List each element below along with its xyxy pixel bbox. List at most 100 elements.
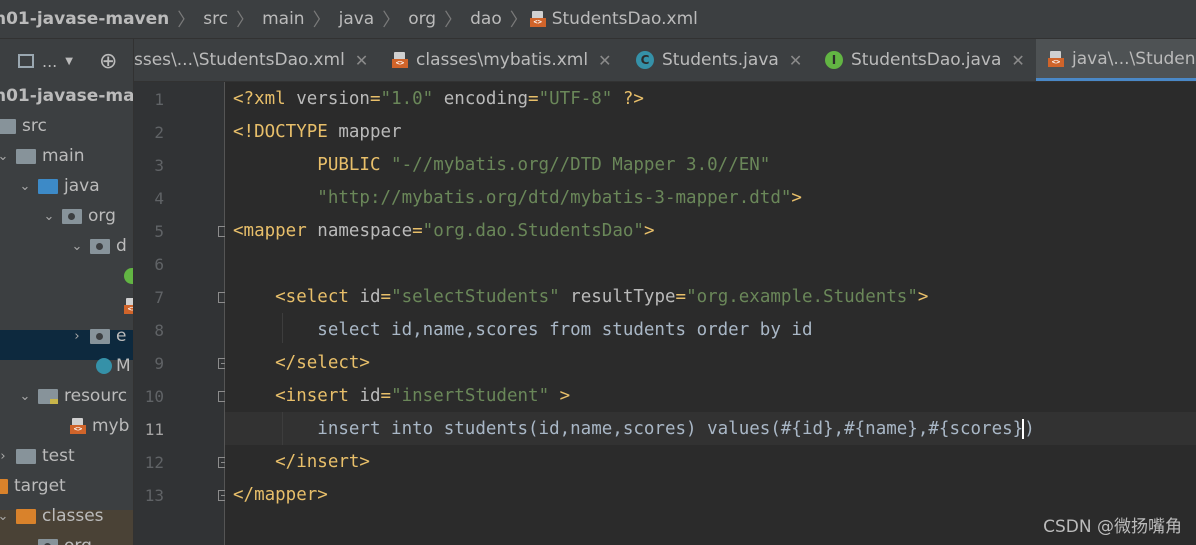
tree-item-org[interactable]: ⌄ org [42, 201, 116, 231]
locate-target-icon[interactable]: ⊕ [99, 49, 117, 74]
breadcrumb-project[interactable]: h01-javase-maven [0, 9, 175, 29]
chevron-down-icon[interactable]: ⌄ [42, 209, 56, 224]
code-token: "UTF-8" [538, 89, 613, 109]
code-line[interactable]: </select> [233, 347, 370, 380]
line-number: 2 [154, 123, 164, 142]
sidebar-toolbar: ... ▼ ⊕ [0, 39, 133, 83]
interface-icon: I [825, 51, 843, 69]
code-token: resultType [559, 287, 676, 307]
code-line[interactable]: </mapper> [233, 479, 328, 512]
xml-file-icon [1048, 50, 1064, 67]
code-token: = [369, 89, 381, 109]
code-token: <mapper [233, 221, 318, 241]
tree-item-dao[interactable]: ⌄ d [70, 231, 127, 261]
chevron-right-icon[interactable]: › [70, 329, 84, 344]
view-options-menu[interactable]: ... [42, 52, 57, 71]
tab-label: classes\mybatis.xml [416, 50, 589, 70]
tree-item-java[interactable]: ⌄ java [18, 171, 100, 201]
code-line[interactable]: <select id="selectStudents" resultType="… [233, 281, 928, 314]
dropdown-arrow-icon[interactable]: ▼ [65, 56, 73, 67]
code-token: > [549, 386, 571, 406]
tab-mybatis-xml[interactable]: classes\mybatis.xml ✕ [392, 39, 611, 81]
breadcrumb-dao[interactable]: dao [464, 9, 508, 29]
chevron-down-icon[interactable]: ⌄ [18, 539, 32, 545]
code-token: = [380, 287, 392, 307]
xml-file-icon [392, 52, 408, 68]
tree-item-label: java [64, 176, 100, 196]
tree-item-label: h01-javase-ma [0, 86, 134, 106]
tab-students-java[interactable]: C Students.java ✕ [636, 39, 802, 81]
tree-item-classes[interactable]: ⌄ classes [0, 501, 104, 531]
tree-item-resources[interactable]: ⌄ resourc [18, 381, 128, 411]
tree-item-label: classes [42, 506, 104, 526]
project-sidebar: ... ▼ ⊕ h01-javase-ma src ⌄ main ⌄ java … [0, 39, 134, 545]
tree-item-project[interactable]: h01-javase-ma [0, 81, 134, 111]
close-icon[interactable]: ✕ [1011, 51, 1024, 70]
code-line[interactable]: <mapper namespace="org.dao.StudentsDao"> [233, 215, 654, 248]
tab-java-studentsdao-xml[interactable]: java\...\Studen [1036, 39, 1196, 81]
code-token: PUBLIC [233, 155, 392, 175]
folder-icon [0, 118, 16, 134]
breadcrumb-main[interactable]: main [256, 9, 310, 29]
chevron-down-icon[interactable]: ⌄ [18, 179, 32, 194]
package-icon [90, 238, 110, 254]
close-icon[interactable]: ✕ [355, 51, 368, 70]
code-line[interactable]: select id,name,scores from students orde… [233, 314, 812, 347]
tree-item-main-class[interactable]: M [96, 351, 131, 381]
tab-studentsdao-java[interactable]: I StudentsDao.java ✕ [825, 39, 1025, 81]
line-number: 13 [144, 486, 164, 505]
tree-item-label: d [116, 236, 127, 256]
code-line[interactable]: "http://mybatis.org/dtd/mybatis-3-mapper… [233, 182, 802, 215]
line-number: 4 [154, 189, 164, 208]
tree-item-xml[interactable] [124, 291, 133, 321]
package-icon [38, 538, 58, 545]
chevron-right-icon: 〉 [382, 10, 401, 31]
close-icon[interactable]: ✕ [789, 51, 802, 70]
tree-item-main[interactable]: ⌄ main [0, 141, 84, 171]
breadcrumb-org[interactable]: org [402, 9, 442, 29]
code-token: = [412, 221, 423, 241]
tree-item-classes-org[interactable]: ⌄ org [18, 531, 92, 545]
tree-item-interface[interactable] [124, 261, 133, 291]
code-line[interactable]: <!DOCTYPE mapper [233, 116, 402, 149]
tree-item-mybatis-xml[interactable]: myb [70, 411, 129, 441]
tab-classes-studentsdao-xml[interactable]: sses\...\StudentsDao.xml ✕ [134, 39, 368, 81]
tree-item-target[interactable]: target [0, 471, 66, 501]
tree-item-example[interactable]: › e [70, 321, 126, 351]
tree-item-src[interactable]: src [0, 111, 47, 141]
code-token: > [791, 188, 802, 208]
code-token: = [528, 89, 539, 109]
interface-icon [124, 268, 133, 284]
chevron-right-icon: 〉 [444, 10, 463, 31]
tab-label: sses\...\StudentsDao.xml [134, 50, 345, 70]
chevron-right-icon: 〉 [312, 10, 331, 31]
tab-label: Students.java [662, 50, 779, 70]
tab-label: java\...\Studen [1072, 48, 1196, 69]
class-icon: C [636, 51, 654, 69]
chevron-right-icon[interactable]: › [0, 449, 10, 464]
close-icon[interactable]: ✕ [598, 51, 611, 70]
breadcrumb-java[interactable]: java [333, 9, 381, 29]
chevron-down-icon[interactable]: ⌄ [0, 509, 10, 524]
chevron-down-icon[interactable]: ⌄ [70, 239, 84, 254]
code-token: "selectStudents" [391, 287, 560, 307]
panel-layout-icon[interactable] [18, 54, 34, 68]
code-line[interactable]: PUBLIC "-//mybatis.org//DTD Mapper 3.0//… [233, 149, 770, 182]
code-line[interactable]: <insert id="insertStudent" > [233, 380, 570, 413]
code-line[interactable]: <?xml version="1.0" encoding="UTF-8" ?> [233, 83, 644, 116]
breadcrumb-file[interactable]: StudentsDao.xml [546, 9, 704, 29]
breadcrumb-src[interactable]: src [197, 9, 234, 29]
line-number: 1 [154, 90, 164, 109]
chevron-down-icon[interactable]: ⌄ [18, 389, 32, 404]
code-token: </select> [233, 353, 370, 373]
code-token: "org.dao.StudentsDao" [422, 221, 644, 241]
code-line[interactable]: insert into students(id,name,scores) val… [233, 413, 1035, 446]
code-token: <select [233, 287, 360, 307]
chevron-down-icon[interactable]: ⌄ [0, 149, 10, 164]
tree-item-label: test [42, 446, 75, 466]
code-token: <insert [233, 386, 360, 406]
code-line[interactable]: </insert> [233, 446, 370, 479]
watermark: CSDN @微扬嘴角 [1043, 517, 1182, 537]
code-token: insert into students(id,name,scores) val… [233, 419, 1024, 439]
tree-item-test[interactable]: › test [0, 441, 75, 471]
